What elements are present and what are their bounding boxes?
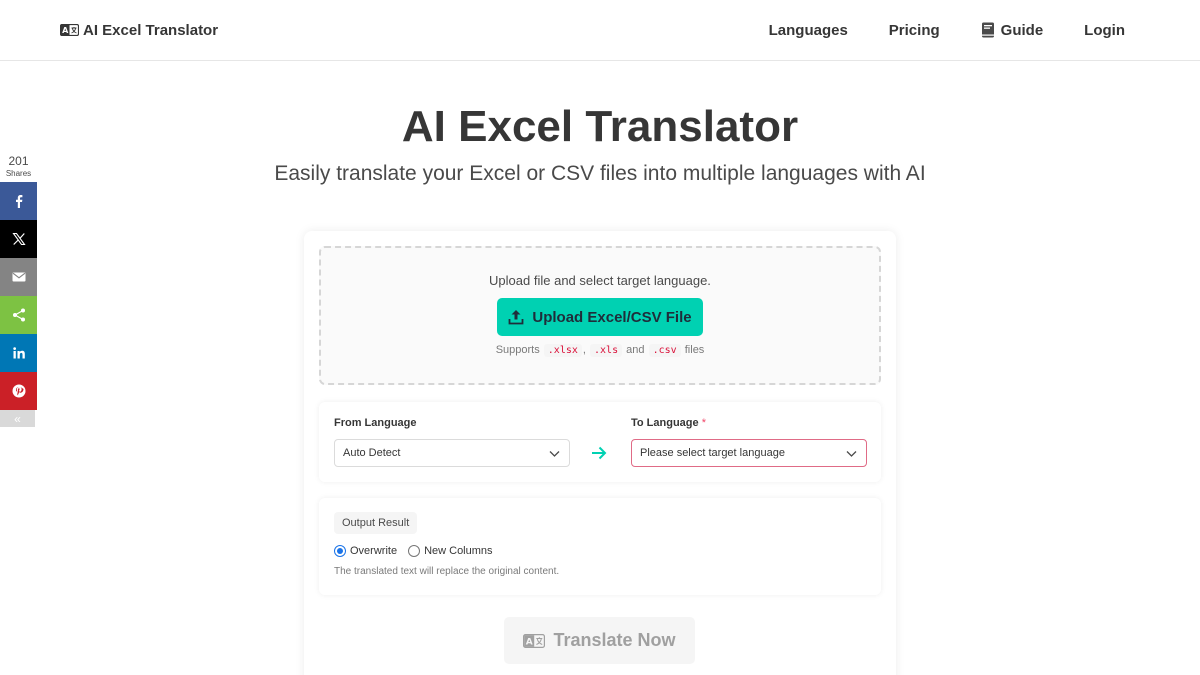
upload-instruction: Upload file and select target language. xyxy=(489,273,711,288)
upload-file-button[interactable]: Upload Excel/CSV File xyxy=(497,298,703,336)
nav-guide-label: Guide xyxy=(1000,21,1044,39)
to-language-label: To Language * xyxy=(631,417,706,429)
page-subtitle: Easily translate your Excel or CSV files… xyxy=(274,162,926,185)
upload-icon xyxy=(508,310,524,325)
sharethis-button[interactable] xyxy=(0,296,37,334)
share-collapse-button[interactable]: « xyxy=(0,410,35,427)
language-selection: From Language Auto Detect To Language * … xyxy=(319,402,881,482)
output-help-text: The translated text will replace the ori… xyxy=(334,566,560,577)
from-language-label: From Language xyxy=(334,417,417,429)
chevron-down-icon xyxy=(846,451,857,457)
supports-separator: , xyxy=(582,344,586,356)
output-result-tag: Output Result xyxy=(334,512,418,534)
facebook-icon xyxy=(15,195,22,208)
linkedin-share-button[interactable] xyxy=(0,334,37,372)
translate-now-label: Translate Now xyxy=(553,630,676,650)
from-language-select[interactable]: Auto Detect xyxy=(334,439,570,467)
email-icon xyxy=(12,272,25,282)
overwrite-label[interactable]: Overwrite xyxy=(350,545,397,557)
svg-text:A: A xyxy=(62,26,69,35)
supports-and: and xyxy=(626,344,645,356)
translator-card: Upload file and select target language. … xyxy=(304,231,896,675)
brand-link[interactable]: A AI Excel Translator xyxy=(60,19,218,41)
page-title: AI Excel Translator xyxy=(401,102,799,151)
nav-pricing-label: Pricing xyxy=(888,21,940,39)
x-share-button[interactable] xyxy=(0,220,37,258)
email-share-button[interactable] xyxy=(0,258,37,296)
nav-pricing[interactable]: Pricing xyxy=(889,22,940,39)
supports-prefix: Supports xyxy=(495,344,540,356)
upload-file-button-label: Upload Excel/CSV File xyxy=(532,308,692,326)
ext-xls: .xls xyxy=(590,344,623,357)
site-header: A AI Excel Translator Languages Pricing … xyxy=(0,0,1200,61)
translate-logo-icon: A xyxy=(60,24,79,36)
upload-dropzone[interactable]: Upload file and select target language. … xyxy=(319,246,881,385)
from-language-label-text: From Language xyxy=(334,417,417,429)
to-language-label-text: To Language xyxy=(631,417,699,429)
linkedin-icon xyxy=(12,347,25,359)
supports-suffix: files xyxy=(684,344,705,356)
book-icon xyxy=(981,22,994,38)
translate-now-button[interactable]: A Translate Now xyxy=(504,617,695,664)
output-options: Output Result Overwrite New Columns The … xyxy=(319,498,881,595)
to-language-select[interactable]: Please select target language xyxy=(631,439,867,467)
share-sidebar: 201 Shares « xyxy=(0,154,37,427)
pinterest-share-button[interactable] xyxy=(0,372,37,410)
new-columns-label[interactable]: New Columns xyxy=(424,545,492,557)
new-columns-radio[interactable] xyxy=(408,545,421,557)
to-language-placeholder: Please select target language xyxy=(640,447,785,459)
x-icon xyxy=(11,232,26,246)
main-nav: Languages Pricing Guide Login xyxy=(769,19,1125,41)
nav-login-label: Login xyxy=(1084,21,1125,39)
required-asterisk: * xyxy=(701,417,706,429)
svg-text:A: A xyxy=(526,637,533,647)
chevron-down-icon xyxy=(549,451,560,457)
ext-csv: .csv xyxy=(648,344,681,357)
supported-formats: Supports .xlsx, .xls and .csv files xyxy=(321,344,879,357)
brand-name: AI Excel Translator xyxy=(83,21,219,39)
share-icon xyxy=(12,308,25,322)
nav-guide[interactable]: Guide xyxy=(981,21,1044,39)
nav-languages-label: Languages xyxy=(768,21,848,39)
output-mode-radio-group: Overwrite New Columns xyxy=(334,545,504,557)
translate-icon: A xyxy=(523,633,546,648)
nav-login[interactable]: Login xyxy=(1084,22,1125,39)
nav-languages[interactable]: Languages xyxy=(769,22,848,39)
from-language-value: Auto Detect xyxy=(343,447,401,459)
pinterest-icon xyxy=(12,384,25,398)
ext-xlsx: .xlsx xyxy=(543,344,582,357)
arrow-right-icon xyxy=(592,446,607,460)
overwrite-radio[interactable] xyxy=(334,545,346,557)
